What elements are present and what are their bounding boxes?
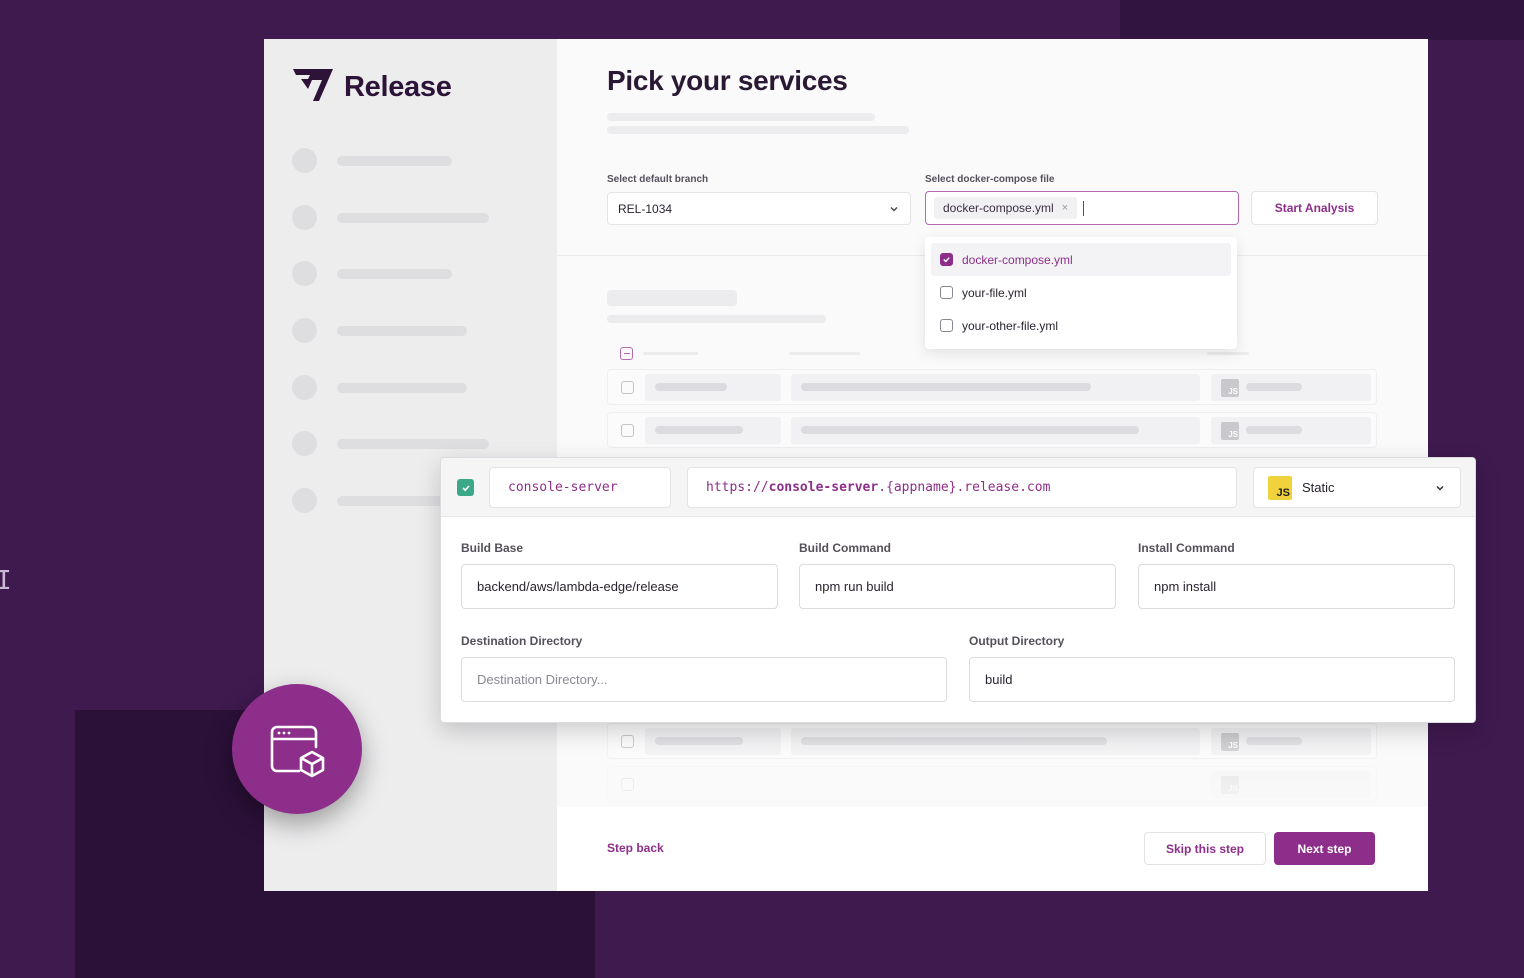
compose-file-input[interactable]: docker-compose.yml × <box>925 191 1239 225</box>
service-url-field[interactable]: https://console-server .{appname}.release… <box>687 467 1237 508</box>
branch-label: Select default branch <box>607 174 709 185</box>
service-name-field[interactable]: console-server <box>489 467 671 508</box>
install-command-input[interactable]: npm install <box>1138 564 1455 609</box>
dropdown-option[interactable]: your-other-file.yml <box>931 309 1231 342</box>
subtitle-placeholder <box>607 126 909 134</box>
header-placeholder <box>643 352 698 355</box>
sidebar-item-icon <box>292 375 317 400</box>
sidebar-item-label <box>337 155 452 166</box>
service-row-header: console-server https://console-server .{a… <box>441 458 1475 517</box>
header-placeholder <box>1207 352 1249 355</box>
section-title-placeholder <box>607 290 737 306</box>
selected-file-chip: docker-compose.yml × <box>934 197 1078 219</box>
sidebar-item-label <box>337 382 467 393</box>
text-caret <box>1083 200 1085 216</box>
table-row[interactable]: JS <box>607 412 1377 448</box>
release-logo-icon <box>292 67 334 108</box>
footer-bar: Step back Skip this step Next step <box>557 807 1428 891</box>
sidebar-item-icon <box>292 205 317 230</box>
url-prefix: https:// <box>706 480 769 495</box>
checkbox-icon <box>940 319 953 332</box>
row-checkbox[interactable] <box>621 381 634 394</box>
sidebar-item-label <box>337 438 489 449</box>
dropdown-option[interactable]: docker-compose.yml <box>931 243 1231 276</box>
sidebar-item-label <box>337 212 489 223</box>
sidebar-item-icon <box>292 148 317 173</box>
sidebar-item-icon <box>292 431 317 456</box>
chevron-down-icon <box>888 203 900 215</box>
build-base-label: Build Base <box>461 541 524 555</box>
sidebar-item-icon <box>292 488 317 513</box>
logo-text: Release <box>344 71 452 103</box>
sidebar-item-label <box>337 325 467 336</box>
js-icon: JS <box>1221 379 1239 397</box>
section-subtitle-placeholder <box>607 315 826 323</box>
cell-text-placeholder <box>801 383 1091 391</box>
service-config-card: console-server https://console-server .{a… <box>440 457 1476 723</box>
compose-label: Select docker-compose file <box>925 174 1055 185</box>
cell-text-placeholder <box>1246 383 1302 391</box>
cell-text-placeholder <box>655 383 727 391</box>
sidebar-item[interactable] <box>292 431 489 456</box>
destination-directory-label: Destination Directory <box>461 634 583 648</box>
url-host: console-server <box>768 480 879 495</box>
table-row[interactable]: JS <box>607 369 1377 405</box>
output-directory-label: Output Directory <box>969 634 1065 648</box>
url-suffix: .{appname}.release.com <box>878 480 1051 495</box>
js-icon: JS <box>1221 422 1239 440</box>
build-base-input[interactable]: backend/aws/lambda-edge/release <box>461 564 778 609</box>
background-block <box>1120 0 1524 40</box>
start-analysis-button[interactable]: Start Analysis <box>1251 191 1378 225</box>
cell-text-placeholder <box>801 426 1139 434</box>
cell-text-placeholder <box>655 426 743 434</box>
page-title: Pick your services <box>607 65 848 96</box>
sidebar-item-label <box>337 268 452 279</box>
remove-chip-icon[interactable]: × <box>1062 202 1068 214</box>
check-icon <box>461 484 470 491</box>
header-placeholder <box>789 352 860 355</box>
service-type-select[interactable]: JS Static <box>1253 467 1461 508</box>
cell-text-placeholder <box>1246 426 1302 434</box>
minus-icon <box>623 352 630 355</box>
sidebar-item[interactable] <box>292 205 489 230</box>
sidebar-item[interactable] <box>292 375 467 400</box>
skip-step-button[interactable]: Skip this step <box>1144 832 1266 865</box>
output-directory-input[interactable]: build <box>969 657 1455 702</box>
branch-value: REL-1034 <box>618 201 673 216</box>
branch-select[interactable]: REL-1034 <box>607 192 911 225</box>
build-command-input[interactable]: npm run build <box>799 564 1116 609</box>
dropdown-option-label: docker-compose.yml <box>962 252 1073 267</box>
destination-directory-input[interactable]: Destination Directory... <box>461 657 947 702</box>
compose-file-dropdown: docker-compose.yml your-file.yml your-ot… <box>925 237 1237 349</box>
next-step-button[interactable]: Next step <box>1274 832 1375 865</box>
checkbox-checked-icon <box>940 253 953 266</box>
sidebar-item-icon <box>292 318 317 343</box>
dropdown-option[interactable]: your-file.yml <box>931 276 1231 309</box>
js-icon: JS <box>1268 475 1292 500</box>
sidebar-item[interactable] <box>292 148 452 173</box>
step-back-link[interactable]: Step back <box>607 841 664 855</box>
checkbox-icon <box>940 286 953 299</box>
chevron-down-icon <box>1434 482 1446 494</box>
build-command-label: Build Command <box>799 541 891 555</box>
select-all-checkbox[interactable] <box>620 347 633 360</box>
fade-overlay <box>557 729 1428 809</box>
window-cube-icon <box>232 684 362 814</box>
dropdown-option-label: your-file.yml <box>962 285 1027 300</box>
row-checkbox[interactable] <box>621 424 634 437</box>
service-type-value: Static <box>1302 480 1335 495</box>
subtitle-placeholder <box>607 113 875 121</box>
logo[interactable]: Release <box>292 67 452 108</box>
dropdown-option-label: your-other-file.yml <box>962 318 1059 333</box>
install-command-label: Install Command <box>1138 541 1235 555</box>
sidebar-item-icon <box>292 261 317 286</box>
background-glyph: I <box>0 566 12 596</box>
chip-label: docker-compose.yml <box>943 201 1054 215</box>
sidebar-item[interactable] <box>292 318 467 343</box>
service-checkbox[interactable] <box>457 479 474 496</box>
sidebar-item[interactable] <box>292 261 452 286</box>
